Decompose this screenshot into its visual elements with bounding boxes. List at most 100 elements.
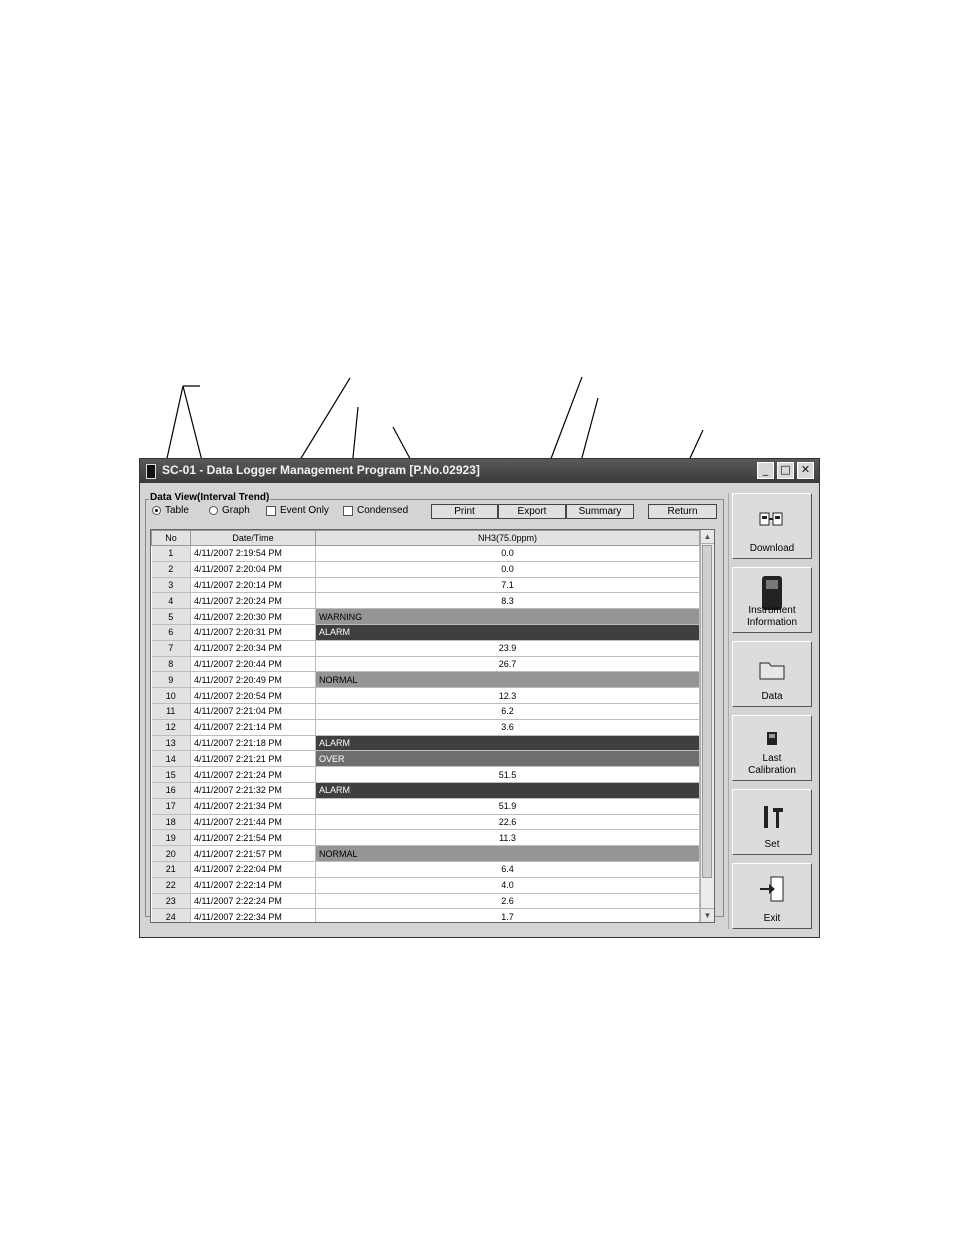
row-number: 18 (151, 814, 191, 831)
row-value: 7.1 (315, 577, 700, 594)
event-only-checkbox[interactable]: Event Only (266, 505, 329, 516)
row-number: 8 (151, 656, 191, 673)
table-row[interactable]: 16 4/11/2007 2:21:32 PM ALARM (151, 782, 700, 799)
title-bar[interactable]: SC-01 - Data Logger Management Program [… (140, 459, 819, 483)
column-header-datetime[interactable]: Date/Time (190, 530, 316, 546)
last-calibration-button[interactable]: Last Calibration (732, 715, 812, 781)
exit-icon (760, 876, 784, 902)
row-value: 26.7 (315, 656, 700, 673)
last-calibration-label: Last Calibration (733, 753, 811, 777)
table-radio-label: Table (165, 505, 189, 516)
row-value: 0.0 (315, 561, 700, 578)
table-row[interactable]: 7 4/11/2007 2:20:34 PM 23.9 (151, 640, 700, 657)
table-row[interactable]: 15 4/11/2007 2:21:24 PM 51.5 (151, 766, 700, 783)
row-number: 2 (151, 561, 191, 578)
exit-button[interactable]: Exit (732, 863, 812, 929)
exit-label: Exit (763, 913, 781, 924)
row-number: 16 (151, 782, 191, 799)
row-datetime: 4/11/2007 2:20:04 PM (190, 561, 316, 578)
table-row[interactable]: 22 4/11/2007 2:22:14 PM 4.0 (151, 877, 700, 894)
data-table: No Date/Time NH3(75.0ppm) 1 4/11/2007 2:1… (150, 529, 715, 923)
row-datetime: 4/11/2007 2:20:34 PM (190, 640, 316, 657)
app-icon (146, 464, 156, 479)
table-row[interactable]: 2 4/11/2007 2:20:04 PM 0.0 (151, 561, 700, 578)
table-row[interactable]: 9 4/11/2007 2:20:49 PM NORMAL (151, 671, 700, 689)
table-row[interactable]: 19 4/11/2007 2:21:54 PM 11.3 (151, 829, 700, 847)
row-value: 1.7 (315, 908, 700, 922)
data-button[interactable]: Data (732, 641, 812, 707)
row-datetime: 4/11/2007 2:21:21 PM (190, 750, 316, 768)
column-header-no[interactable]: No (151, 530, 191, 546)
table-row[interactable]: 20 4/11/2007 2:21:57 PM NORMAL (151, 845, 700, 862)
table-row[interactable]: 4 4/11/2007 2:20:24 PM 8.3 (151, 592, 700, 610)
row-number: 5 (151, 608, 191, 625)
download-icon (759, 512, 783, 526)
table-row[interactable]: 5 4/11/2007 2:20:30 PM WARNING (151, 608, 700, 625)
graph-radio[interactable]: Graph (209, 505, 250, 516)
table-row[interactable]: 24 4/11/2007 2:22:34 PM 1.7 (151, 908, 700, 922)
condensed-checkbox[interactable]: Condensed (343, 505, 408, 516)
table-radio[interactable]: Table (152, 505, 189, 516)
vertical-scrollbar[interactable]: ▲ ▼ (700, 530, 714, 922)
minimize-button[interactable]: _ (757, 462, 774, 479)
row-value: 0.0 (315, 545, 700, 562)
table-row[interactable]: 17 4/11/2007 2:21:34 PM 51.9 (151, 798, 700, 815)
row-number: 23 (151, 893, 191, 910)
table-row[interactable]: 18 4/11/2007 2:21:44 PM 22.6 (151, 814, 700, 831)
sidebar: Download Instrument Information Data Las… (728, 493, 812, 929)
table-row[interactable]: 8 4/11/2007 2:20:44 PM 26.7 (151, 656, 700, 673)
print-button[interactable]: Print (431, 504, 498, 519)
table-row[interactable]: 6 4/11/2007 2:20:31 PM ALARM (151, 624, 700, 641)
table-row[interactable]: 12 4/11/2007 2:21:14 PM 3.6 (151, 719, 700, 736)
instrument-label-line2: Information (746, 617, 798, 628)
table-row[interactable]: 14 4/11/2007 2:21:21 PM OVER (151, 750, 700, 768)
download-button[interactable]: Download (732, 493, 812, 559)
row-value: 23.9 (315, 640, 700, 657)
row-number: 14 (151, 750, 191, 768)
row-value: 51.9 (315, 798, 700, 815)
row-event: NORMAL (315, 845, 700, 862)
row-number: 7 (151, 640, 191, 657)
row-number: 22 (151, 877, 191, 894)
instrument-information-label: Instrument Information (733, 605, 811, 629)
row-value: 3.6 (315, 719, 700, 736)
table-row[interactable]: 1 4/11/2007 2:19:54 PM 0.0 (151, 545, 700, 562)
row-value: 4.0 (315, 877, 700, 894)
close-button[interactable]: ✕ (797, 462, 814, 479)
table-row[interactable]: 11 4/11/2007 2:21:04 PM 6.2 (151, 703, 700, 720)
row-datetime: 4/11/2007 2:20:30 PM (190, 608, 316, 625)
scroll-thumb[interactable] (702, 545, 712, 878)
instrument-information-button[interactable]: Instrument Information (732, 567, 812, 633)
table-row[interactable]: 13 4/11/2007 2:21:18 PM ALARM (151, 735, 700, 752)
row-number: 20 (151, 845, 191, 862)
scroll-up-icon[interactable]: ▲ (701, 530, 714, 544)
row-event: WARNING (315, 608, 700, 625)
maximize-button[interactable]: □ (777, 462, 794, 479)
return-button[interactable]: Return (648, 504, 717, 519)
row-datetime: 4/11/2007 2:20:14 PM (190, 577, 316, 594)
table-row[interactable]: 23 4/11/2007 2:22:24 PM 2.6 (151, 893, 700, 910)
radio-selected-icon (152, 506, 161, 515)
summary-button[interactable]: Summary (566, 504, 634, 519)
radio-icon (209, 506, 218, 515)
row-datetime: 4/11/2007 2:20:24 PM (190, 592, 316, 610)
window-title: SC-01 - Data Logger Management Program [… (162, 463, 480, 477)
table-row[interactable]: 21 4/11/2007 2:22:04 PM 6.4 (151, 861, 700, 878)
set-button[interactable]: Set (732, 789, 812, 855)
scroll-down-icon[interactable]: ▼ (701, 908, 714, 922)
checkbox-icon (266, 505, 276, 516)
row-datetime: 4/11/2007 2:22:34 PM (190, 908, 316, 922)
column-header-nh3[interactable]: NH3(75.0ppm) (315, 530, 700, 546)
row-event: ALARM (315, 782, 700, 799)
tools-icon (764, 806, 783, 828)
row-number: 13 (151, 735, 191, 752)
calibration-icon (767, 732, 777, 745)
export-button[interactable]: Export (498, 504, 566, 519)
row-number: 10 (151, 687, 191, 704)
table-row[interactable]: 3 4/11/2007 2:20:14 PM 7.1 (151, 577, 700, 594)
graph-radio-label: Graph (222, 505, 250, 516)
folder-icon (759, 662, 785, 680)
row-number: 17 (151, 798, 191, 815)
row-datetime: 4/11/2007 2:20:31 PM (190, 624, 316, 641)
table-row[interactable]: 10 4/11/2007 2:20:54 PM 12.3 (151, 687, 700, 704)
